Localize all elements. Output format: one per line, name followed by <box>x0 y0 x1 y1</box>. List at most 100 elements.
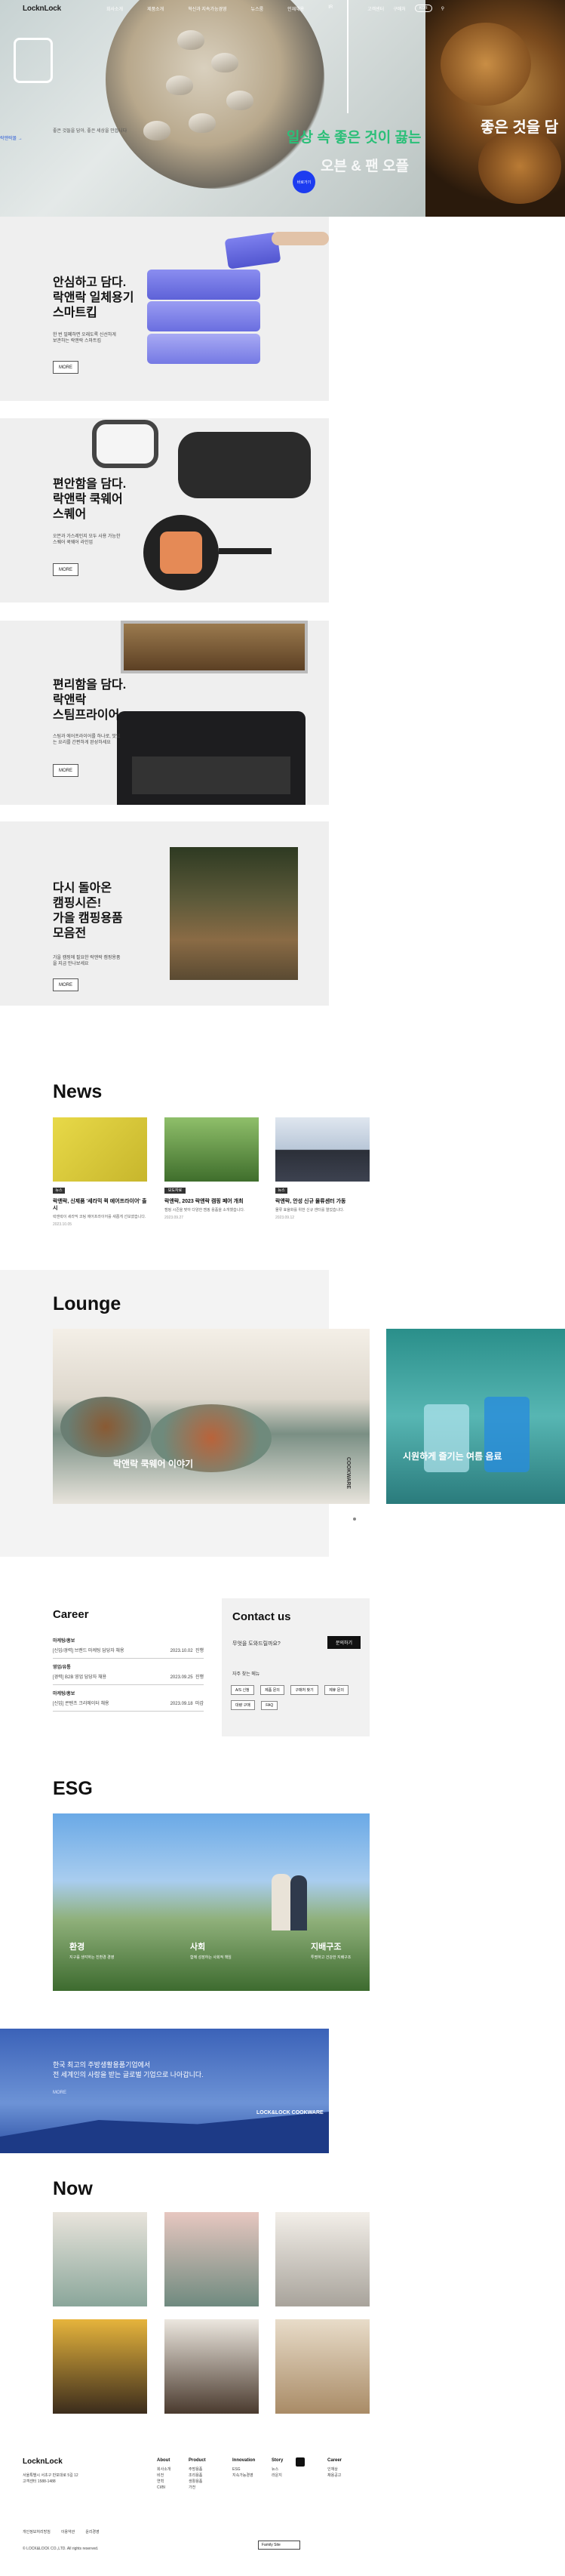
career-item[interactable]: 마케팅/홍보 [신입/경력] 브랜드 마케팅 담당자 채용 2023.10.02 … <box>53 1632 204 1659</box>
news-card[interactable]: 보도자료 락앤락, 2023 락앤락 캠핑 페어 개최 캠핑 시즌을 맞아 다양… <box>164 1117 259 1220</box>
nav-item-newsroom[interactable]: 뉴스룸 <box>251 5 264 12</box>
footer-logo[interactable]: LocknLock <box>23 2457 63 2466</box>
hero-clam <box>226 91 253 110</box>
product-title-3: 편리함을 담다. 락앤락 스팀프라이어 <box>53 679 127 722</box>
contact-chip[interactable]: 구매처 찾기 <box>290 1685 318 1695</box>
esg-item-social[interactable]: 사회 함께 성장하는 사회적 책임 <box>190 1940 258 1961</box>
product-desc-2: 오븐과 가스레인지 모두 사용 가능한 스퀘어 쿡웨어 라인업 <box>53 535 121 545</box>
lounge-card-title: 락앤락 쿡웨어 이야기 <box>113 1459 194 1469</box>
career-date: 2023.09.18 <box>170 1702 193 1706</box>
product-more-button-4[interactable]: MORE <box>53 978 78 991</box>
nav-item-career[interactable]: 인재채용 <box>287 5 304 12</box>
news-heading: News <box>53 1081 103 1102</box>
lounge-pot-image <box>60 1397 151 1457</box>
contact-chip[interactable]: 제품 문의 <box>260 1685 284 1695</box>
contact-chip[interactable]: 제휴 문의 <box>324 1685 349 1695</box>
now-post-image[interactable] <box>275 2319 370 2414</box>
product-title-2: 편안함을 담다. 락앤락 쿡웨어 스퀘어 <box>53 478 127 521</box>
contact-chip[interactable]: 대량 구매 <box>231 1700 255 1710</box>
hero-clam <box>189 113 216 133</box>
lounge-card-drink[interactable]: 시원하게 즐기는 여름 음료 <box>386 1329 565 1504</box>
footer-link-ethics[interactable]: 윤리경영 <box>85 2529 99 2535</box>
hero-clam <box>177 30 204 50</box>
contact-inquiry-button[interactable]: 문의하기 <box>327 1636 361 1649</box>
util-store[interactable]: 구매처 <box>393 5 406 12</box>
nav-item-about[interactable]: 회사소개 <box>106 5 123 12</box>
news-title: 락앤락, 2023 락앤락 캠핑 페어 개최 <box>164 1199 244 1204</box>
nav-item-product[interactable]: 제품소개 <box>147 5 164 12</box>
lounge-card-cookware[interactable]: 락앤락 쿡웨어 이야기 COOKWARE <box>53 1329 370 1504</box>
util-customer-center[interactable]: 고객센터 <box>367 5 384 12</box>
contact-box: Contact us 무엇을 도와드릴까요? 문의하기 자주 찾는 메뉴 A/S… <box>222 1598 370 1736</box>
product-more-button-2[interactable]: MORE <box>53 563 78 576</box>
nav-item-innovation[interactable]: 혁신과 지속가능경영 <box>188 5 226 12</box>
news-desc: 락앤락이 세라믹 코팅 에어프라이어를 새롭게 선보였습니다. <box>53 1215 146 1219</box>
product-more-button-3[interactable]: MORE <box>53 764 78 777</box>
hero-clam <box>166 75 193 95</box>
footer-col-about: About 회사소개 비전 연혁 CI/BI <box>157 2458 171 2490</box>
lounge-card-title: 시원하게 즐기는 여름 음료 <box>403 1451 502 1462</box>
product-section-smartkeep <box>0 217 329 401</box>
career-item[interactable]: 영업/유통 [경력] B2B 영업 담당자 채용 2023.09.25 진행 <box>53 1659 204 1685</box>
news-tag: 뉴스 <box>275 1188 287 1194</box>
main-nav: 회사소개 제품소개 혁신과 지속가능경영 뉴스룸 인재채용 IR <box>106 5 333 12</box>
news-tag: 뉴스 <box>53 1188 65 1194</box>
news-tag: 보도자료 <box>164 1188 186 1194</box>
contact-heading: Contact us <box>232 1610 291 1623</box>
esg-item-environment[interactable]: 환경 지구를 생각하는 친환경 경영 <box>69 1940 137 1961</box>
now-post-image[interactable] <box>53 2212 147 2306</box>
site-logo[interactable]: LocknLock <box>23 5 61 13</box>
news-card[interactable]: 뉴스 락앤락, 안성 신규 물류센터 가동 물류 효율화를 위한 신규 센터를 … <box>275 1117 370 1220</box>
hero-left-link[interactable]: 락앤락몰 → <box>0 134 23 141</box>
esg-person-image <box>290 1875 307 1930</box>
search-icon[interactable]: ⚲ <box>441 6 444 11</box>
now-post-image[interactable] <box>164 2319 259 2414</box>
footer-copyright: © LOCK&LOCK CO.,LTD. All rights reserved… <box>23 2547 99 2551</box>
career-title: [신입] 콘텐츠 크리에이터 채용 <box>53 1702 109 1706</box>
now-post-image[interactable] <box>275 2212 370 2306</box>
language-select[interactable]: KOR <box>414 5 432 12</box>
hero-pot-image <box>106 0 324 189</box>
esg-heading: ESG <box>53 1778 93 1799</box>
banner-more-link[interactable]: MORE <box>53 2091 66 2095</box>
news-date: 2023.09.12 <box>275 1216 295 1220</box>
now-post-image[interactable] <box>164 2212 259 2306</box>
hero-clam <box>143 121 170 140</box>
esg-item-governance[interactable]: 지배구조 투명하고 건강한 지배구조 <box>311 1940 368 1961</box>
now-post-image[interactable] <box>53 2319 147 2414</box>
hero-go-button[interactable]: 바로가기 <box>293 171 315 193</box>
product-title-1: 안심하고 담다. 락앤락 일체용기 스마트킵 <box>53 276 134 319</box>
lounge-pager-dot[interactable] <box>353 1518 356 1521</box>
product-image-fryer-door <box>132 756 290 794</box>
footer-col-career: Career 인재상 채용공고 <box>327 2458 342 2478</box>
product-image-handle <box>219 548 272 554</box>
news-card[interactable]: 뉴스 락앤락, 신제품 '세라믹 퀵 에어프라이어' 출시 락앤락이 세라믹 코… <box>53 1117 147 1227</box>
news-title: 락앤락, 신제품 '세라믹 퀵 에어프라이어' 출시 <box>53 1199 147 1211</box>
contact-chip[interactable]: A/S 신청 <box>231 1685 254 1695</box>
contact-sub: 자주 찾는 메뉴 <box>232 1672 260 1677</box>
hero-food-image <box>478 128 561 204</box>
career-item[interactable]: 마케팅/홍보 [신입] 콘텐츠 크리에이터 채용 2023.09.18 마감 <box>53 1685 204 1712</box>
banner-building-sign: LOCK&LOCK COOKWARE <box>256 2110 324 2115</box>
family-site-select[interactable]: Family Site <box>258 2541 300 2550</box>
career-category: 마케팅/홍보 <box>53 1639 75 1644</box>
contact-chips: A/S 신청 제품 문의 구매처 찾기 제휴 문의 대량 구매 FAQ <box>229 1681 365 1712</box>
footer-social-icon[interactable] <box>296 2457 305 2467</box>
product-image-camping <box>170 847 298 980</box>
news-image <box>275 1117 370 1182</box>
footer-link-privacy[interactable]: 개인정보처리방침 <box>23 2529 51 2535</box>
product-image-hand <box>272 232 329 245</box>
footer-link-terms[interactable]: 이용약관 <box>61 2529 75 2535</box>
nav-item-ir[interactable]: IR <box>328 5 333 12</box>
hero-food-image <box>441 23 531 106</box>
product-desc-1: 한 번 밀폐하면 오래도록 신선하게 보관하는 락앤락 스마트킵 <box>53 333 116 344</box>
career-category: 마케팅/홍보 <box>53 1692 75 1696</box>
career-date: 2023.10.02 <box>170 1649 193 1653</box>
hero-tagline-sub: 오븐 & 팬 오플 <box>321 159 409 174</box>
footer-col-product: Product 주방용품 조리용품 생활용품 가전 <box>189 2458 206 2490</box>
product-image-container-2 <box>147 301 260 331</box>
product-more-button-1[interactable]: MORE <box>53 361 78 374</box>
contact-chip[interactable]: FAQ <box>261 1701 278 1710</box>
site-header: LocknLock 회사소개 제품소개 혁신과 지속가능경영 뉴스룸 인재채용 … <box>0 0 565 17</box>
product-section-square <box>0 418 329 602</box>
